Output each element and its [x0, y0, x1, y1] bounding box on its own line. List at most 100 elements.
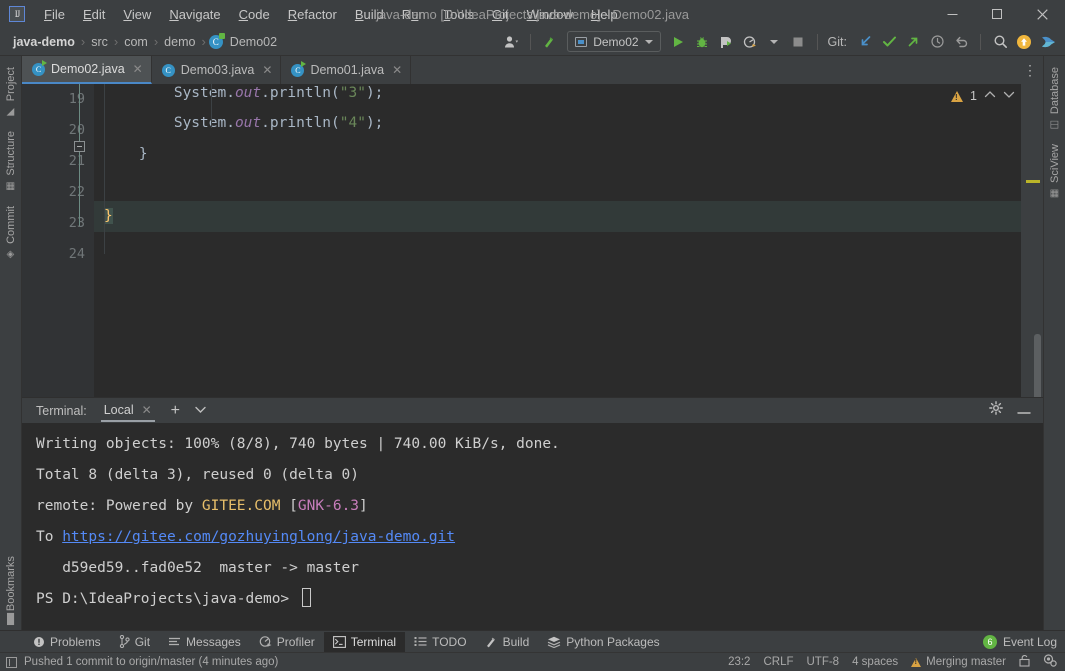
git-history-icon[interactable]: [926, 31, 948, 53]
menu-tools[interactable]: Tools: [435, 4, 483, 25]
account-icon[interactable]: [500, 31, 522, 53]
git-update-project-icon[interactable]: [854, 31, 876, 53]
terminal-repo-link[interactable]: https://gitee.com/gozhuyinglong/java-dem…: [62, 529, 455, 545]
close-button[interactable]: [1020, 0, 1065, 28]
status-message[interactable]: Pushed 1 commit to origin/master (4 minu…: [24, 656, 278, 668]
status-bar: Pushed 1 commit to origin/master (4 minu…: [0, 652, 1065, 671]
hide-tool-window-icon[interactable]: [1017, 402, 1031, 420]
close-icon[interactable]: ✕: [142, 403, 152, 417]
toolwindow-profiler[interactable]: Profiler: [250, 632, 324, 652]
build-hammer-icon[interactable]: [539, 31, 561, 53]
menu-refactor[interactable]: Refactor: [279, 4, 346, 25]
notification-update-icon[interactable]: [1013, 31, 1035, 53]
breadcrumb-separator: ›: [151, 34, 161, 49]
breadcrumb-com[interactable]: com: [121, 35, 151, 49]
profiler-icon[interactable]: [739, 31, 761, 53]
window-controls: [930, 0, 1065, 28]
close-icon[interactable]: ✕: [262, 63, 272, 77]
breadcrumb-demo[interactable]: demo: [161, 35, 198, 49]
code-line-24: [94, 232, 1043, 263]
terminal-icon: [333, 636, 346, 648]
menu-file[interactable]: File: [35, 4, 74, 25]
indent-guide: [104, 84, 105, 254]
editor-tab-demo03[interactable]: C Demo03.java ✕: [152, 56, 282, 84]
toolwindow-problems[interactable]: Problems: [24, 632, 110, 652]
menu-edit[interactable]: Edit: [74, 4, 114, 25]
read-only-lock-icon[interactable]: [1019, 654, 1030, 670]
terminal-header-actions: [989, 401, 1043, 420]
event-log-button[interactable]: 6 Event Log: [983, 632, 1065, 652]
problems-icon: [33, 636, 45, 648]
sidebar-item-commit[interactable]: ◈ Commit: [5, 199, 17, 267]
sidebar-item-project[interactable]: ◣ Project: [5, 60, 17, 124]
code-line-23: }: [94, 201, 1043, 232]
caret-position[interactable]: 23:2: [728, 656, 750, 668]
terminal-output[interactable]: Writing objects: 100% (8/8), 740 bytes |…: [22, 423, 1043, 630]
toolwindow-git[interactable]: Git: [110, 632, 159, 652]
inspection-profile-icon[interactable]: [1043, 654, 1057, 670]
status-message-group: Pushed 1 commit to origin/master (4 minu…: [6, 656, 278, 668]
run-config-label: Demo02: [593, 35, 638, 49]
git-rollback-icon[interactable]: [950, 31, 972, 53]
breadcrumb-demo02[interactable]: Demo02: [227, 35, 280, 49]
ide-assistant-icon[interactable]: [1037, 31, 1059, 53]
sidebar-item-sciview[interactable]: ▦ SciView: [1049, 137, 1061, 206]
inspection-scroll-strip[interactable]: [1021, 84, 1043, 397]
todo-list-icon: [414, 636, 427, 647]
editor-tab-demo02[interactable]: C Demo02.java ✕: [22, 56, 152, 84]
toolwindow-terminal[interactable]: Terminal: [324, 632, 405, 652]
previous-problem-icon[interactable]: [984, 90, 996, 102]
terminal-prompt-line[interactable]: PS D:\IdeaProjects\java-demo>: [36, 584, 1043, 615]
menu-run[interactable]: Run: [393, 4, 435, 25]
chevron-down-icon[interactable]: [763, 31, 785, 53]
sidebar-item-database[interactable]: ◫ Database: [1049, 60, 1061, 137]
next-problem-icon[interactable]: [1003, 90, 1015, 102]
menu-window[interactable]: Window: [518, 4, 582, 25]
warning-marker[interactable]: [1026, 180, 1040, 183]
menu-navigate[interactable]: Navigate: [160, 4, 229, 25]
line-separator[interactable]: CRLF: [763, 656, 793, 668]
minimize-button[interactable]: [930, 0, 975, 28]
editor-gutter[interactable]: 19 20 21 22 23 24: [22, 84, 94, 397]
toolwindow-label: Problems: [50, 635, 101, 649]
sidebar-item-bookmarks[interactable]: █ Bookmarks: [5, 549, 17, 630]
collapse-fold-icon[interactable]: [74, 141, 85, 152]
search-everywhere-icon[interactable]: [989, 31, 1011, 53]
run-icon[interactable]: [667, 31, 689, 53]
sidebar-item-structure[interactable]: ▦ Structure: [5, 124, 17, 199]
inspection-widget[interactable]: 1: [951, 89, 1015, 103]
breadcrumb-src[interactable]: src: [88, 35, 111, 49]
menu-code[interactable]: Code: [230, 4, 279, 25]
run-with-coverage-icon[interactable]: [715, 31, 737, 53]
toolwindow-python-packages[interactable]: Python Packages: [538, 632, 668, 652]
build-hammer-icon: [485, 635, 498, 648]
close-icon[interactable]: ✕: [133, 62, 143, 76]
git-commit-icon[interactable]: [878, 31, 900, 53]
git-push-icon[interactable]: [902, 31, 924, 53]
code-text-area[interactable]: System.out.println("3"); System.out.prin…: [94, 84, 1043, 397]
run-configuration-selector[interactable]: Demo02: [567, 31, 660, 52]
new-terminal-tab-icon[interactable]: +: [171, 403, 180, 419]
more-options-icon[interactable]: ⋮: [1023, 63, 1037, 77]
close-icon[interactable]: ✕: [392, 63, 402, 77]
code-editor[interactable]: 19 20 21 22 23 24 System.out.println("3"…: [22, 84, 1043, 397]
maximize-button[interactable]: [975, 0, 1020, 28]
toolwindow-messages[interactable]: Messages: [159, 632, 250, 652]
indent-setting[interactable]: 4 spaces: [852, 656, 898, 668]
toolwindow-todo[interactable]: TODO: [405, 632, 475, 652]
editor-scrollbar[interactable]: [1034, 334, 1041, 397]
git-branch-status[interactable]: Merging master: [911, 656, 1006, 668]
stop-icon[interactable]: [787, 31, 809, 53]
file-encoding[interactable]: UTF-8: [806, 656, 839, 668]
menu-help[interactable]: Help: [582, 4, 627, 25]
debug-icon[interactable]: [691, 31, 713, 53]
menu-view[interactable]: View: [114, 4, 160, 25]
gear-icon[interactable]: [989, 401, 1003, 420]
terminal-tab-local[interactable]: Local ✕: [101, 400, 155, 422]
toolwindow-build[interactable]: Build: [476, 632, 539, 652]
menu-build[interactable]: Build: [346, 4, 393, 25]
editor-tab-demo01[interactable]: C Demo01.java ✕: [281, 56, 411, 84]
menu-git[interactable]: Git: [483, 4, 518, 25]
breadcrumb-project[interactable]: java-demo: [10, 35, 78, 49]
chevron-down-icon[interactable]: [194, 405, 207, 417]
